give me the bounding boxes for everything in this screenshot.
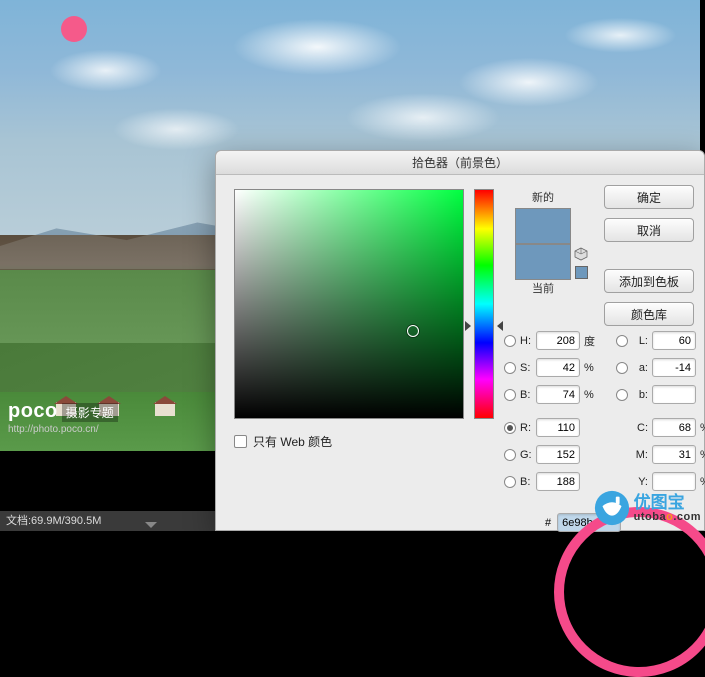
unit-y: % — [700, 476, 705, 488]
utobao-url: utobao.com — [634, 511, 701, 523]
hue-arrow-right-icon — [497, 321, 503, 331]
color-field-cursor — [407, 325, 419, 337]
input-g[interactable] — [536, 445, 580, 464]
new-color-label: 新的 — [508, 189, 578, 205]
unit-h: 度 — [584, 333, 602, 349]
mode-radio-h[interactable] — [504, 335, 516, 347]
label-h: H: — [520, 335, 536, 347]
label-y: Y: — [632, 476, 648, 488]
annotation-circle — [554, 507, 705, 677]
label-bv: B: — [520, 476, 536, 488]
mode-radio-b[interactable] — [504, 389, 516, 401]
input-c[interactable] — [652, 418, 696, 437]
web-colors-only-label: 只有 Web 颜色 — [253, 433, 332, 450]
poco-subtitle: 摄影专题 — [62, 403, 118, 422]
mode-radio-bv[interactable] — [504, 476, 516, 488]
input-l[interactable] — [652, 331, 696, 350]
label-b: B: — [520, 389, 536, 401]
mode-radio-l[interactable] — [616, 335, 628, 347]
doc-size-info: 文档:69.9M/390.5M — [6, 515, 101, 527]
hue-slider[interactable] — [474, 189, 494, 419]
color-field[interactable] — [234, 189, 464, 419]
label-c: C: — [632, 422, 648, 434]
utobao-watermark: 优图宝 utobao.com — [593, 489, 701, 527]
add-to-swatches-button[interactable]: 添加到色板 — [604, 269, 694, 293]
input-bv[interactable] — [536, 472, 580, 491]
ok-button[interactable]: 确定 — [604, 185, 694, 209]
new-color-swatch — [515, 208, 571, 244]
label-b2: b: — [632, 389, 648, 401]
gamut-corrected-swatch[interactable] — [575, 266, 588, 279]
mode-radio-a[interactable] — [616, 362, 628, 374]
color-picker-dialog: 拾色器（前景色） 新的 当前 确定 取消 添加到色板 颜色库 — [215, 150, 705, 531]
label-l: L: — [632, 335, 648, 347]
current-color-swatch[interactable] — [515, 244, 571, 280]
poco-watermark: poco摄影专题 http://photo.poco.cn/ — [8, 400, 118, 435]
input-b[interactable] — [536, 385, 580, 404]
input-r[interactable] — [536, 418, 580, 437]
hue-arrow-left-icon — [465, 321, 471, 331]
web-colors-only-checkbox[interactable] — [234, 435, 247, 448]
status-flyout-arrow-icon[interactable] — [145, 522, 157, 528]
utobao-logo-icon — [593, 489, 631, 527]
label-a: a: — [632, 362, 648, 374]
unit-c: % — [700, 422, 705, 434]
unit-m: % — [700, 449, 705, 461]
poco-url: http://photo.poco.cn/ — [8, 424, 118, 435]
input-b2[interactable] — [652, 385, 696, 404]
mode-radio-g[interactable] — [504, 449, 516, 461]
unit-s: % — [584, 362, 602, 374]
mode-radio-s[interactable] — [504, 362, 516, 374]
utobao-name: 优图宝 — [634, 494, 701, 511]
hex-label: # — [545, 517, 551, 529]
cancel-button[interactable]: 取消 — [604, 218, 694, 242]
poco-logo: poco — [8, 400, 58, 422]
mode-radio-r[interactable] — [504, 422, 516, 434]
input-m[interactable] — [652, 445, 696, 464]
sample-point-marker — [61, 16, 87, 42]
input-s[interactable] — [536, 358, 580, 377]
label-m: M: — [632, 449, 648, 461]
label-s: S: — [520, 362, 536, 374]
unit-b: % — [584, 389, 602, 401]
input-h[interactable] — [536, 331, 580, 350]
gamut-warning-icon[interactable] — [574, 247, 588, 261]
mode-radio-b2[interactable] — [616, 389, 628, 401]
label-g: G: — [520, 449, 536, 461]
input-a[interactable] — [652, 358, 696, 377]
color-libraries-button[interactable]: 颜色库 — [604, 302, 694, 326]
picker-title: 拾色器（前景色） — [216, 151, 704, 175]
label-r: R: — [520, 422, 536, 434]
current-color-label: 当前 — [508, 280, 578, 296]
